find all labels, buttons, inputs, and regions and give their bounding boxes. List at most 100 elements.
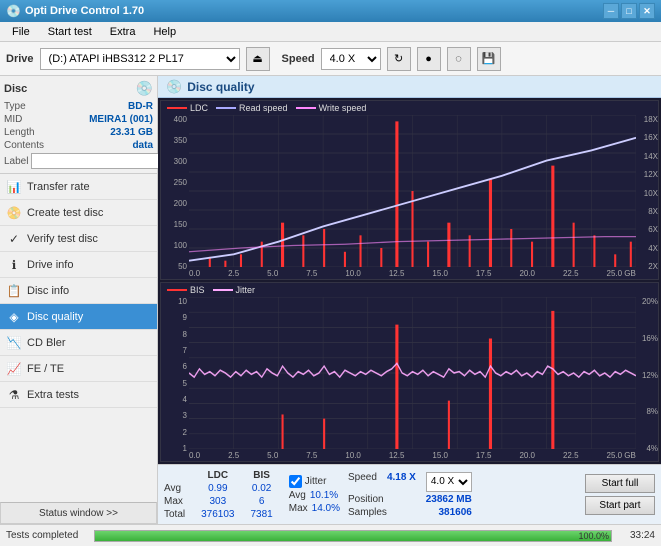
bottom-bar: Tests completed 100.0% 33:24 <box>0 524 661 546</box>
stats-col-bis: BIS <box>243 469 281 482</box>
total-label: Total <box>164 508 193 521</box>
speed-info: Speed 4.18 X 4.0 X Position 23862 MB Sam… <box>348 472 472 518</box>
contents-key: Contents <box>4 140 44 151</box>
stats-row-avg: Avg 0.99 0.02 <box>164 482 281 495</box>
drive-select[interactable]: (D:) ATAPI iHBS312 2 PL17 <box>40 48 240 70</box>
disc-quality-header-icon: 💿 <box>166 79 182 95</box>
lower-x-axis: 0.0 2.5 5.0 7.5 10.0 12.5 15.0 17.5 20.0… <box>189 449 636 461</box>
app-title: Opti Drive Control 1.70 <box>25 5 144 17</box>
bis-legend-label: BIS <box>190 285 205 295</box>
nav-verify-test-disc-label: Verify test disc <box>27 233 98 245</box>
menu-bar: File Start test Extra Help <box>0 22 661 42</box>
app-icon: 💿 <box>6 4 21 18</box>
rotate-button[interactable]: ↻ <box>387 47 411 71</box>
bis-legend-color <box>167 289 187 291</box>
menu-extra[interactable]: Extra <box>102 24 144 40</box>
max-bis: 6 <box>243 495 281 508</box>
jitter-checkbox-row[interactable]: Jitter <box>289 475 340 488</box>
stats-row: LDC BIS Avg 0.99 0.02 Max 303 6 <box>158 464 661 524</box>
nav-disc-info-label: Disc info <box>27 285 69 297</box>
lower-plot-area <box>189 297 636 449</box>
nav-disc-info[interactable]: 📋 Disc info <box>0 278 157 304</box>
lower-y-axis-right: 20% 16% 12% 8% 4% <box>636 283 658 461</box>
erase-button[interactable]: ◌ <box>447 47 471 71</box>
nav-create-test-disc[interactable]: 📀 Create test disc <box>0 200 157 226</box>
disc-icon: 💿 <box>136 80 153 97</box>
max-ldc: 303 <box>193 495 242 508</box>
avg-jitter-val: 10.1% <box>310 490 338 501</box>
ldc-legend-color <box>167 107 187 109</box>
nav-transfer-rate[interactable]: 📊 Transfer rate <box>0 174 157 200</box>
jitter-avg-row: Avg 10.1% <box>289 490 340 501</box>
start-full-button[interactable]: Start full <box>585 474 655 493</box>
type-key: Type <box>4 101 26 112</box>
fe-te-icon: 📈 <box>6 361 22 377</box>
mid-val: MEIRA1 (001) <box>89 114 153 125</box>
nav-cd-bler-label: CD Bler <box>27 337 66 349</box>
nav-drive-info-label: Drive info <box>27 259 73 271</box>
menu-file[interactable]: File <box>4 24 38 40</box>
jitter-legend-color <box>213 289 233 291</box>
progress-bar-fill <box>95 531 611 541</box>
write-speed-legend-color <box>296 107 316 109</box>
avg-jitter-label: Avg <box>289 490 306 501</box>
start-part-button[interactable]: Start part <box>585 496 655 515</box>
left-panel: Disc 💿 Type BD-R MID MEIRA1 (001) Length… <box>0 76 158 524</box>
nav-fe-te[interactable]: 📈 FE / TE <box>0 356 157 382</box>
status-text: Tests completed <box>6 530 86 541</box>
speed-val: 4.18 X <box>387 472 416 492</box>
menu-help[interactable]: Help <box>145 24 184 40</box>
save-button[interactable]: 💾 <box>477 47 501 71</box>
total-bis: 7381 <box>243 508 281 521</box>
eject-button[interactable]: ⏏ <box>246 47 270 71</box>
speed-dropdown[interactable]: 4.0 X <box>426 472 472 492</box>
upper-x-axis: 0.0 2.5 5.0 7.5 10.0 12.5 15.0 17.5 20.0… <box>189 267 636 279</box>
nav-extra-tests[interactable]: ⚗ Extra tests <box>0 382 157 408</box>
write-speed-legend-label: Write speed <box>319 103 367 113</box>
samples-row: Samples 381606 <box>348 507 472 518</box>
ldc-legend-label: LDC <box>190 103 208 113</box>
upper-chart: LDC Read speed Write speed 400 350 300 <box>160 100 659 280</box>
speed-row: Speed 4.18 X 4.0 X <box>348 472 472 492</box>
jitter-checkbox[interactable] <box>289 475 302 488</box>
extra-tests-icon: ⚗ <box>6 387 22 403</box>
stats-table: LDC BIS Avg 0.99 0.02 Max 303 6 <box>164 469 281 521</box>
close-button[interactable]: ✕ <box>639 3 655 19</box>
nav-cd-bler[interactable]: 📉 CD Bler <box>0 330 157 356</box>
chart-container: LDC Read speed Write speed 400 350 300 <box>158 98 661 464</box>
status-window-label: Status window >> <box>39 508 118 519</box>
time-display: 33:24 <box>620 530 655 541</box>
max-jitter-val: 14.0% <box>312 503 340 514</box>
progress-text: 100.0% <box>578 531 609 541</box>
nav-drive-info[interactable]: ℹ Drive info <box>0 252 157 278</box>
label-input[interactable] <box>31 153 169 169</box>
type-val: BD-R <box>128 101 153 112</box>
max-jitter-label: Max <box>289 503 308 514</box>
nav-disc-quality[interactable]: ◈ Disc quality <box>0 304 157 330</box>
upper-legend: LDC Read speed Write speed <box>167 103 366 113</box>
verify-test-disc-icon: ✓ <box>6 231 22 247</box>
total-ldc: 376103 <box>193 508 242 521</box>
nav-create-test-disc-label: Create test disc <box>27 207 103 219</box>
menu-start-test[interactable]: Start test <box>40 24 100 40</box>
avg-label: Avg <box>164 482 193 495</box>
transfer-rate-icon: 📊 <box>6 179 22 195</box>
label-key: Label <box>4 156 28 167</box>
minimize-button[interactable]: ─ <box>603 3 619 19</box>
toolbar: Drive (D:) ATAPI iHBS312 2 PL17 ⏏ Speed … <box>0 42 661 76</box>
position-val: 23862 MB <box>426 494 472 505</box>
jitter-legend-label: Jitter <box>236 285 256 295</box>
status-window-button[interactable]: Status window >> <box>0 502 157 524</box>
max-label: Max <box>164 495 193 508</box>
jitter-label: Jitter <box>305 476 327 487</box>
stats-col-ldc: LDC <box>193 469 242 482</box>
disc-quality-header: 💿 Disc quality <box>158 76 661 98</box>
upper-plot-area <box>189 115 636 267</box>
title-bar: 💿 Opti Drive Control 1.70 ─ □ ✕ <box>0 0 661 22</box>
burn-button[interactable]: ● <box>417 47 441 71</box>
progress-bar-container: 100.0% <box>94 530 612 542</box>
nav-verify-test-disc[interactable]: ✓ Verify test disc <box>0 226 157 252</box>
maximize-button[interactable]: □ <box>621 3 637 19</box>
speed-select[interactable]: 4.0 X <box>321 48 381 70</box>
stats-col-empty <box>164 469 193 482</box>
